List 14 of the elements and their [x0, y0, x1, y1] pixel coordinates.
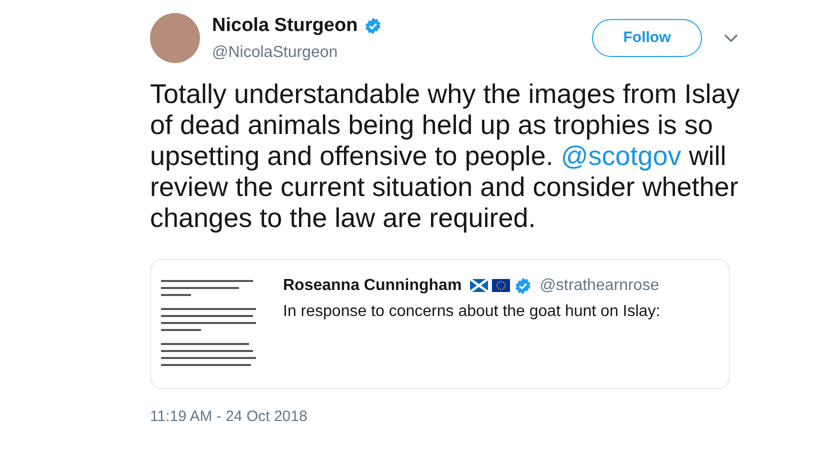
- follow-button[interactable]: Follow: [592, 19, 702, 58]
- author-handle[interactable]: @NicolaSturgeon: [212, 40, 382, 64]
- star-circle-flag-icon: [492, 279, 510, 292]
- tweet-timestamp[interactable]: 11:19 AM - 24 Oct 2018: [150, 408, 308, 424]
- avatar[interactable]: [150, 13, 200, 64]
- quoted-tweet-card[interactable]: Roseanna Cunningham @strathearnrose In response to concerns about the goat hunt on Islay:: [150, 258, 730, 388]
- author-name[interactable]: Nicola Sturgeon: [212, 12, 358, 40]
- saltire-flag-icon: [470, 279, 488, 292]
- quoted-author-handle: @strathearnrose: [540, 276, 660, 296]
- quoted-tweet-text: In response to concerns about the goat hunt on Islay:: [283, 302, 660, 322]
- mention-link[interactable]: @scotgov: [560, 140, 682, 170]
- tweet-text: Totally understandable why the images from Islay of dead animals being held up as trophies is so upsetting and offensive to people. @scotgov will review the current situation and consider whether changes to the law are required.: [150, 78, 740, 234]
- quoted-author-name: Roseanna Cunningham: [283, 276, 462, 296]
- chevron-down-icon[interactable]: [724, 34, 738, 43]
